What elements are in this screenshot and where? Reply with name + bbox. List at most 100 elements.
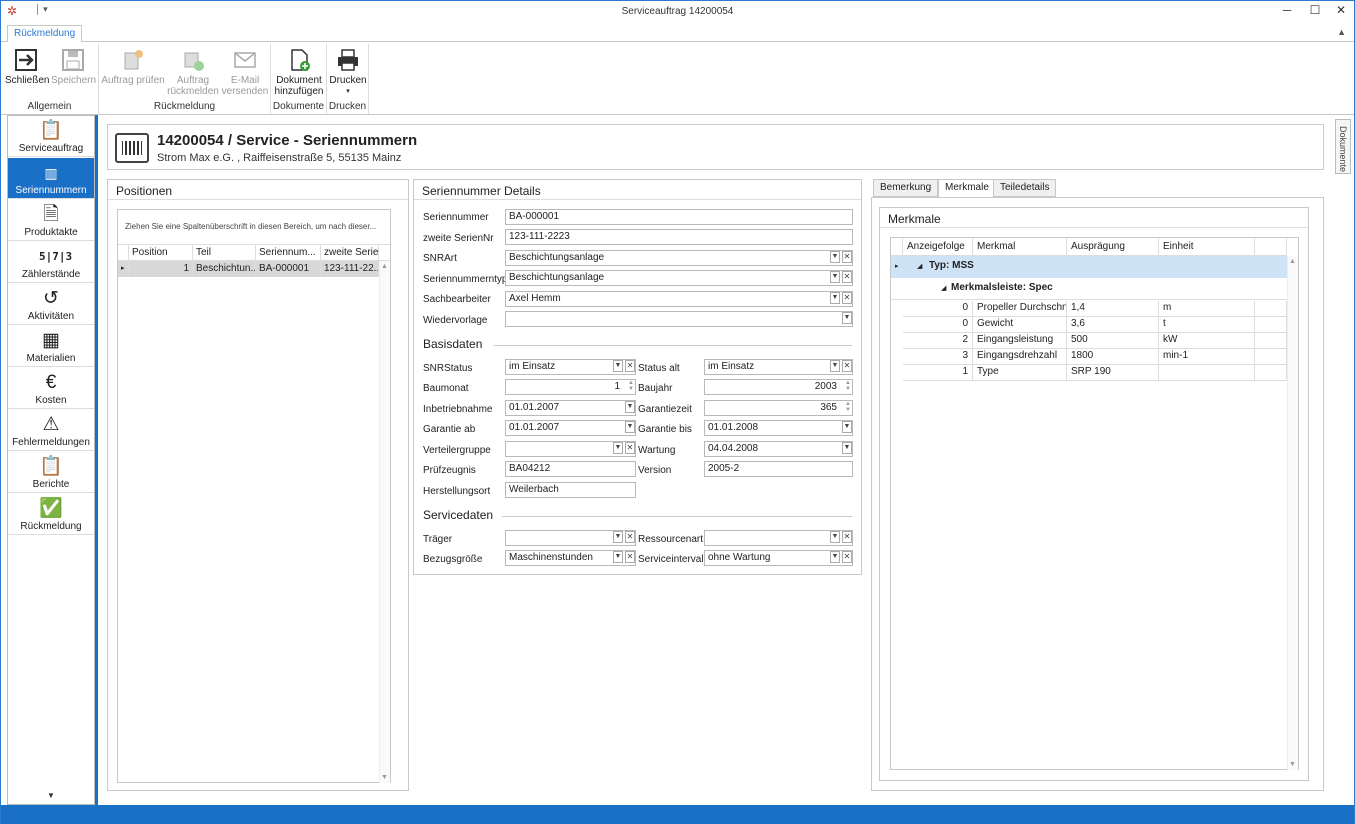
wartung-date[interactable]: 04.04.2008 ▼ (704, 441, 853, 457)
status-alt-select[interactable]: im Einsatz ▼ ✕ (704, 359, 853, 375)
chevron-down-icon[interactable]: ▼ (830, 531, 840, 543)
clear-icon[interactable]: ✕ (842, 551, 852, 563)
inbetriebnahme-value[interactable]: 01.01.2007 (505, 400, 636, 416)
chevron-down-icon[interactable]: ▼ (830, 551, 840, 563)
nav-item-materialien[interactable]: ▦ Materialien (8, 326, 94, 367)
chevron-down-icon[interactable]: ▼ (625, 401, 635, 413)
snrtyp-value[interactable]: Beschichtungsanlage (505, 270, 853, 286)
clear-icon[interactable]: ✕ (842, 531, 852, 543)
group-row-leiste[interactable]: ◢ Merkmalsleiste: Spec (891, 278, 1287, 300)
chevron-down-icon[interactable]: ▼ (625, 421, 635, 433)
tab-bemerkung[interactable]: Bemerkung (873, 179, 939, 197)
clear-icon[interactable]: ✕ (842, 271, 852, 283)
collapse-group-icon[interactable]: ◢ (941, 284, 946, 292)
snrart-select[interactable]: Beschichtungsanlage ▼ ✕ (505, 250, 853, 266)
snrstatus-select[interactable]: im Einsatz ▼ ✕ (505, 359, 636, 375)
nav-item-zaehlerstaende[interactable]: 5|7|3 Zählerstände (8, 242, 94, 283)
wiedervorlage-value[interactable] (505, 311, 853, 327)
ribbon-tab-rueckmeldung[interactable]: Rückmeldung (7, 25, 83, 43)
column-header-auspraegung[interactable]: Ausprägung (1067, 238, 1159, 256)
inbetriebnahme-date[interactable]: 01.01.2007 ▼ (505, 400, 636, 416)
wiedervorlage-date[interactable]: ▼ (505, 311, 853, 327)
garantie-ab-date[interactable]: 01.01.2007 ▼ (505, 420, 636, 436)
garantie-bis-date[interactable]: 01.01.2008 ▼ (704, 420, 853, 436)
check-order-button[interactable]: Auftrag prüfen (101, 44, 165, 86)
scroll-down-icon[interactable]: ▼ (381, 774, 388, 781)
nav-item-fehlermeldungen[interactable]: ⚠ Fehlermeldungen (8, 410, 94, 451)
group-row-type[interactable]: ▸ ◢ Typ: MSS (891, 256, 1287, 278)
chevron-down-icon[interactable]: ▼ (830, 360, 840, 372)
vertical-scrollbar[interactable]: ▲ ▼ (1287, 256, 1298, 770)
garantie-bis-value[interactable]: 01.01.2008 (704, 420, 853, 436)
chevron-down-icon[interactable]: ▼ (613, 442, 623, 454)
bezugsgroesse-select[interactable]: Maschinenstunden ▼ ✕ (505, 550, 636, 566)
version-field[interactable]: 2005-2 (704, 461, 853, 477)
clear-icon[interactable]: ✕ (625, 442, 635, 454)
scroll-up-icon[interactable]: ▲ (1289, 258, 1296, 265)
nav-item-berichte[interactable]: 📋 Berichte (8, 452, 94, 493)
documents-side-tab[interactable]: Dokumente (1335, 119, 1351, 174)
scroll-down-icon[interactable]: ▼ (1289, 761, 1296, 768)
close-window-button[interactable]: ✕ (1327, 1, 1355, 21)
sachbearbeiter-value[interactable]: Axel Hemm (505, 291, 853, 307)
nav-item-rueckmeldung[interactable]: ✅ Rückmeldung (8, 494, 94, 535)
nav-item-kosten[interactable]: € Kosten (8, 368, 94, 409)
vertical-scrollbar[interactable]: ▲ ▼ (379, 261, 390, 783)
baumonat-value[interactable]: 1 (505, 379, 636, 395)
snrtyp-select[interactable]: Beschichtungsanlage ▼ ✕ (505, 270, 853, 286)
send-email-button[interactable]: E-Mail versenden (221, 44, 269, 97)
clear-icon[interactable]: ✕ (842, 251, 852, 263)
tab-teiledetails[interactable]: Teiledetails (993, 179, 1057, 197)
add-document-button[interactable]: Dokument hinzufügen (273, 44, 325, 97)
chevron-down-icon[interactable]: ▼ (830, 251, 840, 263)
herstellungsort-field[interactable]: Weilerbach (505, 482, 636, 498)
pruefzeugnis-field[interactable]: BA04212 (505, 461, 636, 477)
nav-item-seriennummern[interactable]: ▥ Seriennummern (8, 158, 94, 199)
column-header-einheit[interactable]: Einheit (1159, 238, 1255, 256)
clear-icon[interactable]: ✕ (842, 292, 852, 304)
column-header-zweite[interactable]: zweite Serie... (321, 245, 379, 261)
snrart-value[interactable]: Beschichtungsanlage (505, 250, 853, 266)
column-header-merkmal[interactable]: Merkmal (973, 238, 1067, 256)
nav-scroll-down-icon[interactable]: ▼ (8, 791, 94, 800)
collapse-ribbon-icon[interactable]: ▲ (1337, 27, 1346, 37)
zweite-seriennr-field[interactable]: 123-111-2223 (505, 229, 853, 245)
close-button[interactable]: Schließen (5, 44, 49, 86)
print-dropdown-icon[interactable]: ▾ (328, 86, 368, 97)
serviceintervall-select[interactable]: ohne Wartung ▼ ✕ (704, 550, 853, 566)
column-header-anzeigefolge[interactable]: Anzeigefolge (903, 238, 973, 256)
maximize-button[interactable]: ☐ (1301, 1, 1329, 21)
chevron-down-icon[interactable]: ▼ (842, 421, 852, 433)
table-row[interactable]: ▸ 1 Beschichtun... BA-000001 123-111-22.… (118, 261, 390, 277)
print-button[interactable]: Drucken ▾ (328, 44, 368, 97)
spinner-arrows-icon[interactable]: ▲ ▼ (628, 380, 634, 392)
chevron-down-icon[interactable]: ▼ (842, 312, 852, 324)
chevron-down-icon[interactable]: ▼ (842, 442, 852, 454)
spinner-arrows-icon[interactable]: ▲ ▼ (845, 401, 851, 413)
clear-icon[interactable]: ✕ (625, 360, 635, 372)
sachbearbeiter-select[interactable]: Axel Hemm ▼ ✕ (505, 291, 853, 307)
column-header-seriennummer[interactable]: Seriennum... (256, 245, 321, 261)
clear-icon[interactable]: ✕ (625, 551, 635, 563)
nav-item-serviceauftrag[interactable]: 📋 Serviceauftrag (8, 116, 94, 157)
clear-icon[interactable]: ✕ (625, 531, 635, 543)
chevron-down-icon[interactable]: ▼ (613, 531, 623, 543)
garantiezeit-value[interactable]: 365 (704, 400, 853, 416)
spinner-arrows-icon[interactable]: ▲ ▼ (845, 380, 851, 392)
column-header-position[interactable]: Position (129, 245, 193, 261)
clear-icon[interactable]: ✕ (842, 360, 852, 372)
scroll-up-icon[interactable]: ▲ (381, 263, 388, 270)
minimize-button[interactable]: ─ (1273, 1, 1301, 21)
group-panel-hint[interactable]: Ziehen Sie eine Spaltenüberschrift in di… (125, 222, 376, 231)
chevron-down-icon[interactable]: ▼ (613, 360, 623, 372)
chevron-down-icon[interactable]: ▼ (613, 551, 623, 563)
chevron-down-icon[interactable]: ▼ (830, 271, 840, 283)
baujahr-value[interactable]: 2003 (704, 379, 853, 395)
traeger-select[interactable]: ▼ ✕ (505, 530, 636, 546)
collapse-group-icon[interactable]: ◢ (917, 262, 922, 270)
verteilergruppe-select[interactable]: ▼ ✕ (505, 441, 636, 457)
nav-item-aktivitaeten[interactable]: ↺ Aktivitäten (8, 284, 94, 325)
tab-merkmale[interactable]: Merkmale (938, 179, 996, 198)
ressourcenart-select[interactable]: ▼ ✕ (704, 530, 853, 546)
chevron-down-icon[interactable]: ▼ (830, 292, 840, 304)
